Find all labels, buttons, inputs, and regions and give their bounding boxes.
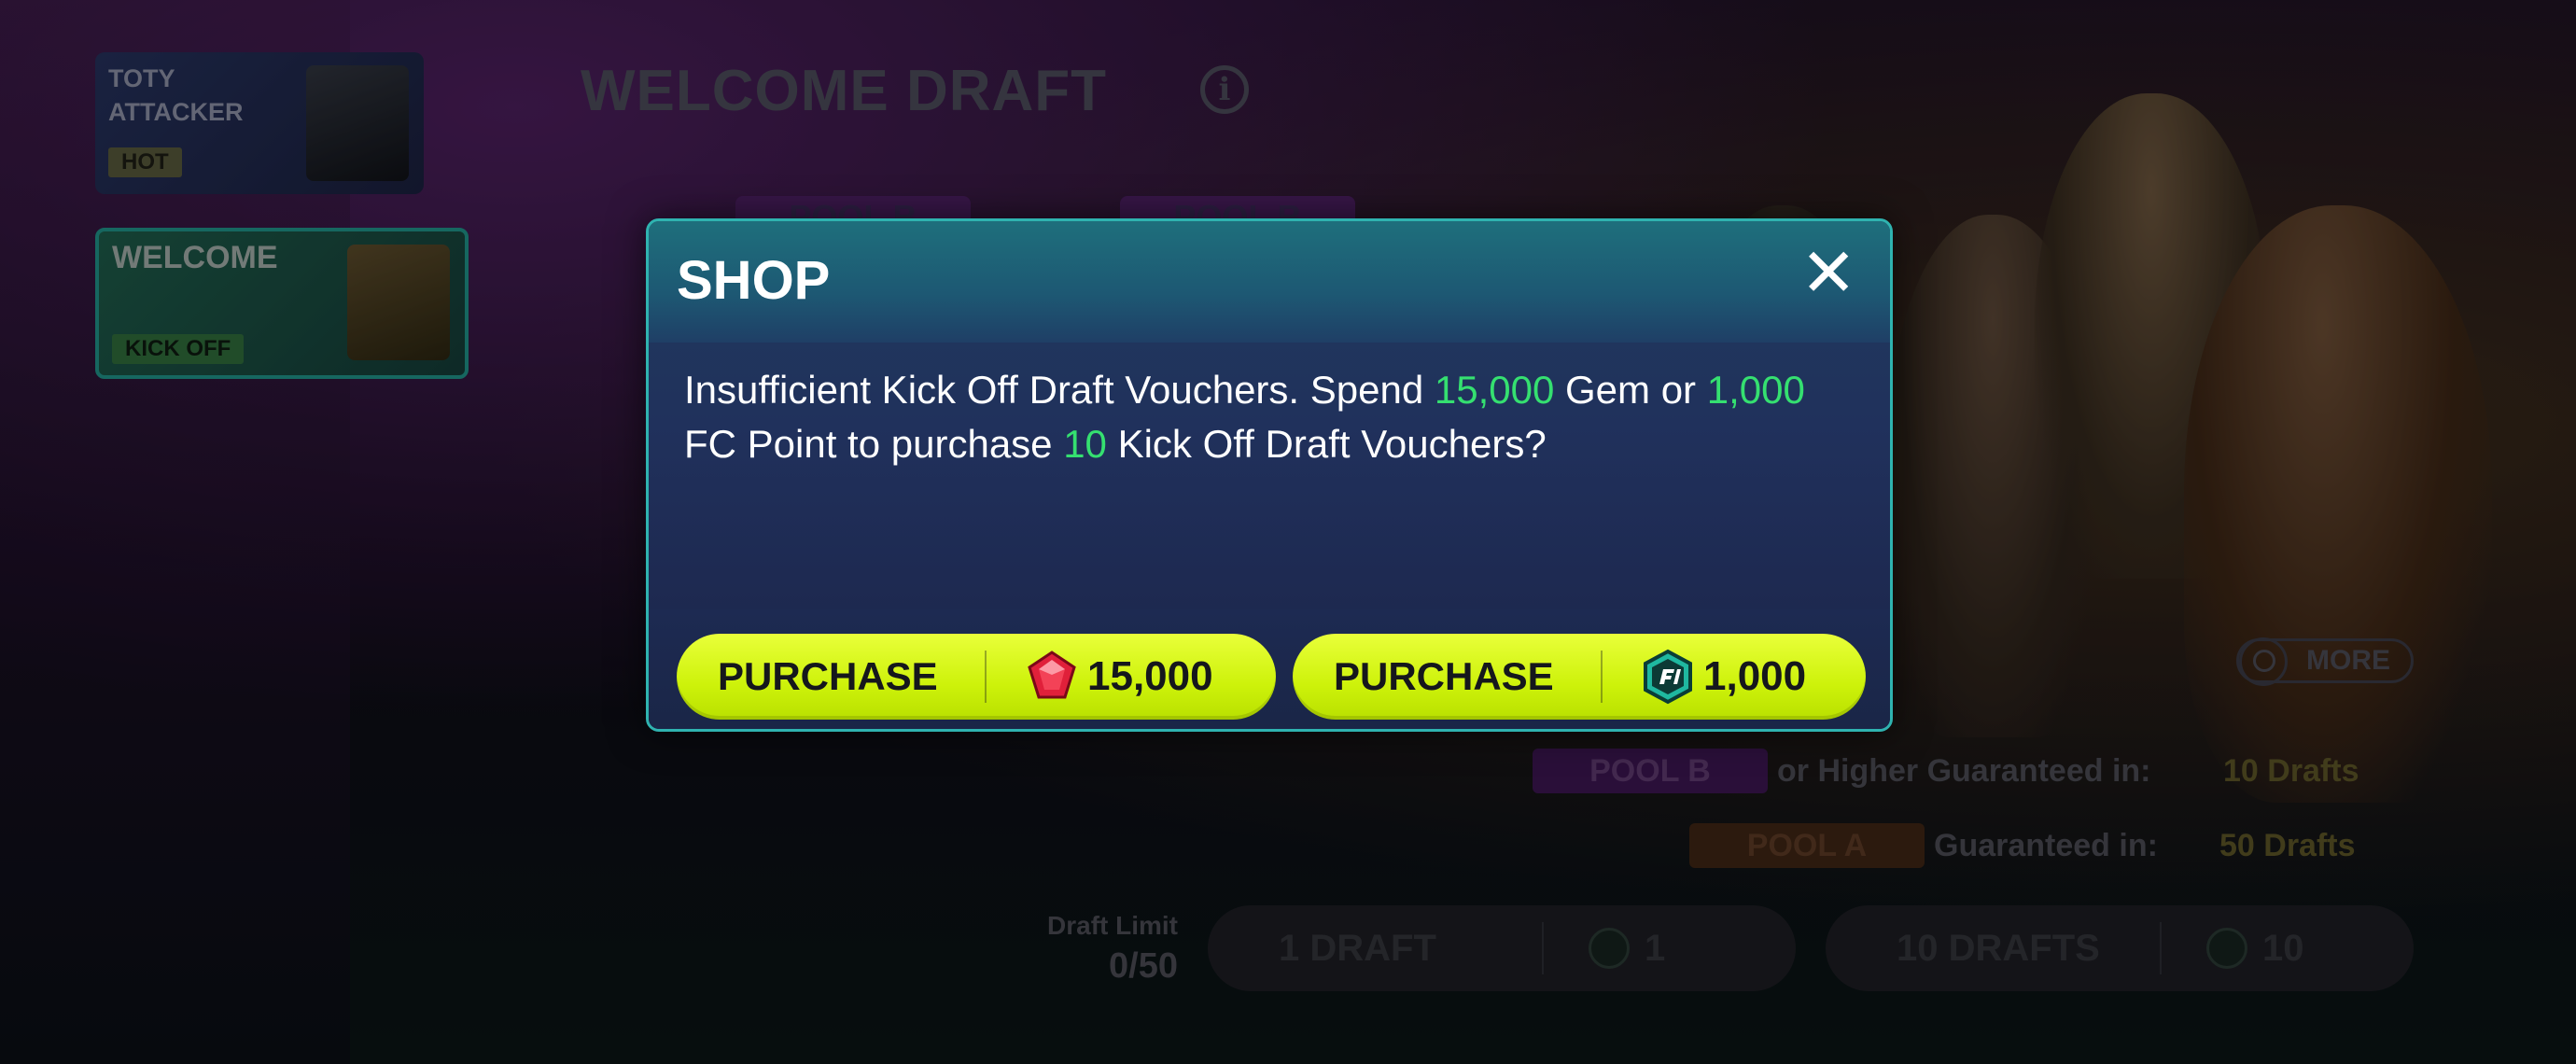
message-text: Kick Off Draft Vouchers?: [1106, 422, 1547, 466]
purchase-cost: 1,000: [1703, 653, 1807, 699]
purchase-cost: 15,000: [1087, 653, 1213, 699]
dialog-title: SHOP: [677, 250, 831, 311]
message-text: Insufficient Kick Off Draft Vouchers. Sp…: [684, 368, 1435, 412]
fc-point-icon: [1644, 649, 1692, 705]
close-button[interactable]: ✕: [1800, 240, 1856, 307]
message-text: FC Point to purchase: [684, 422, 1064, 466]
gem-amount: 15,000: [1434, 368, 1555, 412]
gem-icon: [1028, 651, 1076, 699]
purchase-with-gem-button[interactable]: PURCHASE 15,000: [677, 634, 1276, 720]
purchase-label: PURCHASE: [1334, 654, 1554, 698]
divider: [985, 651, 987, 703]
divider: [1601, 651, 1603, 703]
dialog-message: Insufficient Kick Off Draft Vouchers. Sp…: [684, 363, 1851, 471]
message-text: Gem or: [1554, 368, 1707, 412]
fc-point-amount: 1,000: [1706, 368, 1805, 412]
shop-dialog: SHOP ✕ Insufficient Kick Off Draft Vouch…: [646, 218, 1893, 732]
voucher-count: 10: [1063, 422, 1107, 466]
purchase-with-fc-point-button[interactable]: PURCHASE 1,000: [1293, 634, 1866, 720]
dialog-header: [649, 221, 1890, 343]
purchase-label: PURCHASE: [718, 654, 938, 698]
